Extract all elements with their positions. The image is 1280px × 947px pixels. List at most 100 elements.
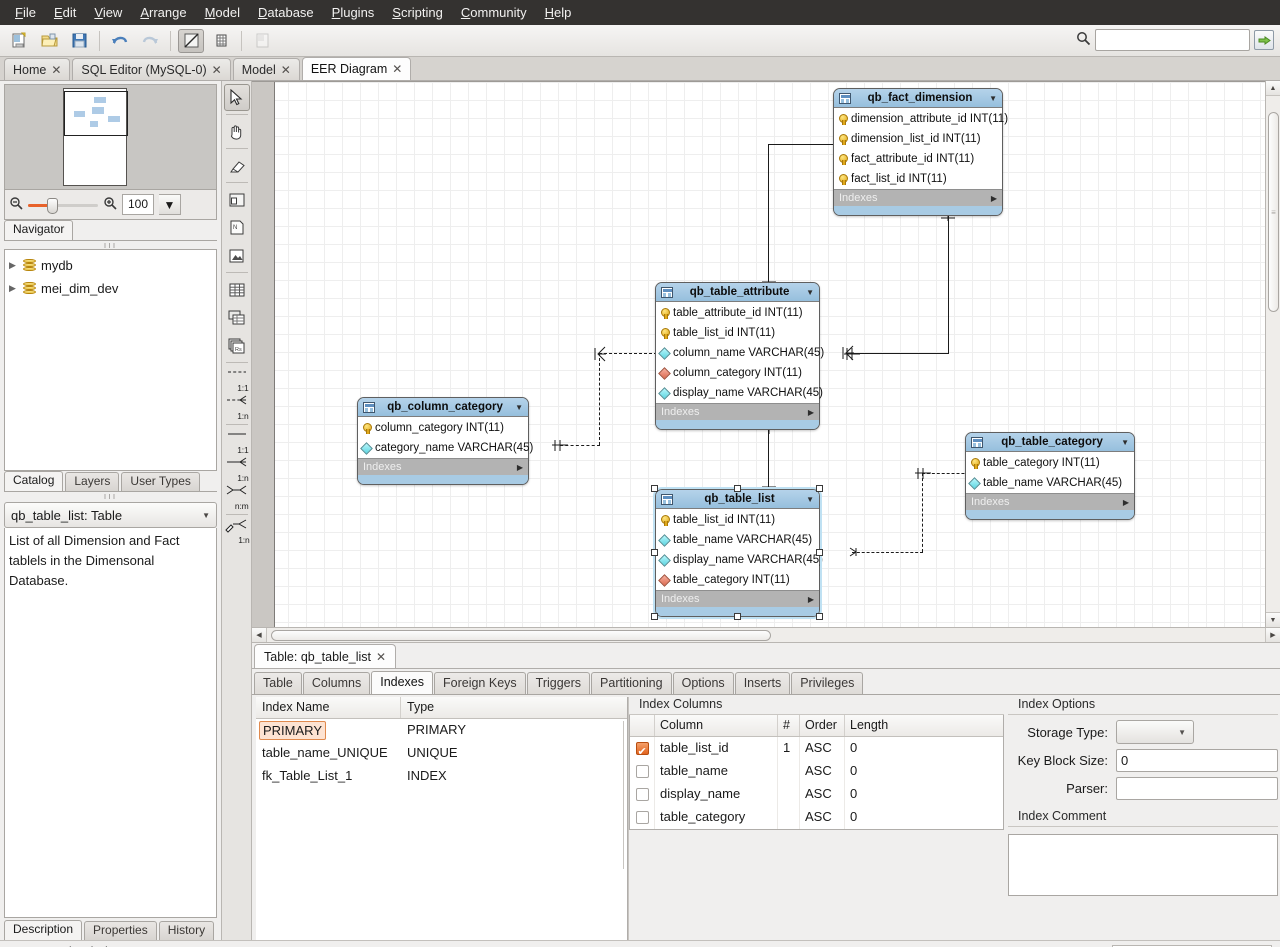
subtab-options[interactable]: Options: [673, 672, 734, 694]
index-list[interactable]: Index Name Type PRIMARYPRIMARYtable_name…: [256, 697, 628, 940]
search-input[interactable]: [1095, 29, 1250, 51]
index-column-length[interactable]: 0: [845, 760, 1003, 783]
zoom-value[interactable]: 100: [122, 194, 154, 215]
eer-column[interactable]: display_name VARCHAR(45): [656, 550, 819, 570]
close-icon[interactable]: ✕: [376, 650, 386, 664]
parser-input[interactable]: [1116, 777, 1278, 800]
save-model-icon[interactable]: [66, 29, 92, 53]
eer-diagram-canvas[interactable]: qb_fact_dimension▼dimension_attribute_id…: [252, 81, 1265, 627]
column-header-type[interactable]: Type: [401, 697, 627, 718]
relation-1n-nonidentifying-tool[interactable]: 1:n: [224, 394, 250, 421]
pane-splitter[interactable]: ııı: [0, 241, 221, 249]
tab-navigator[interactable]: Navigator: [4, 220, 73, 240]
zoom-dropdown-icon[interactable]: ▼: [159, 194, 181, 215]
expand-triangle-icon[interactable]: ▶: [9, 260, 18, 271]
main-tab-sql-editor-mysql-0[interactable]: SQL Editor (MySQL-0)✕: [72, 58, 230, 80]
editor-tab-table[interactable]: Table: qb_table_list ✕: [254, 644, 396, 668]
index-column-checkbox[interactable]: [636, 742, 649, 755]
index-comment-textarea[interactable]: [1008, 834, 1278, 896]
menu-item-community[interactable]: Community: [452, 2, 536, 23]
desc-tab-history[interactable]: History: [159, 921, 214, 940]
routine-group-tool[interactable]: Rs: [224, 332, 250, 359]
index-row[interactable]: PRIMARY PRIMARY: [256, 719, 627, 742]
selection-handle[interactable]: [651, 613, 658, 620]
close-icon[interactable]: ✕: [281, 63, 291, 77]
left-tab-catalog[interactable]: Catalog: [4, 471, 63, 491]
desc-tab-description[interactable]: Description: [4, 920, 82, 940]
eer-column[interactable]: display_name VARCHAR(45): [656, 383, 819, 403]
vertical-scroll-thumb[interactable]: ≡: [1268, 112, 1279, 312]
eer-table-header[interactable]: qb_fact_dimension▼: [834, 89, 1002, 108]
object-selector-dropdown[interactable]: qb_table_list: Table ▼: [4, 502, 217, 528]
eer-column[interactable]: column_name VARCHAR(45): [656, 343, 819, 363]
view-tool[interactable]: [224, 304, 250, 331]
eer-column[interactable]: dimension_list_id INT(11): [834, 129, 1002, 149]
catalog-schema-mydb[interactable]: ▶mydb: [5, 254, 216, 277]
subtab-indexes[interactable]: Indexes: [371, 671, 433, 694]
storage-type-select[interactable]: ▼: [1116, 720, 1194, 744]
index-name-cell[interactable]: PRIMARY: [259, 721, 326, 740]
menu-item-plugins[interactable]: Plugins: [323, 2, 384, 23]
main-tab-home[interactable]: Home✕: [4, 58, 70, 80]
eer-indexes-section[interactable]: Indexes▶: [656, 590, 819, 607]
menu-item-help[interactable]: Help: [536, 2, 581, 23]
index-column-name[interactable]: table_name: [655, 760, 778, 783]
eer-column[interactable]: column_category INT(11): [656, 363, 819, 383]
index-column-checkbox[interactable]: [636, 788, 649, 801]
eer-table-header[interactable]: qb_column_category▼: [358, 398, 528, 417]
eer-column[interactable]: table_list_id INT(11): [656, 323, 819, 343]
index-columns-table[interactable]: Column # Order Length table_list_id1ASC0…: [629, 715, 1004, 830]
scroll-left-icon[interactable]: ◀: [252, 628, 267, 642]
selection-handle[interactable]: [734, 613, 741, 620]
chevron-down-icon[interactable]: ▼: [989, 94, 997, 103]
selection-handle[interactable]: [816, 549, 823, 556]
index-column-length[interactable]: 0: [845, 783, 1003, 806]
subtab-privileges[interactable]: Privileges: [791, 672, 863, 694]
index-column-length[interactable]: 0: [845, 737, 1003, 760]
selection-handle[interactable]: [816, 613, 823, 620]
eer-table-qb_table_attribute[interactable]: qb_table_attribute▼table_attribute_id IN…: [655, 282, 820, 430]
index-row[interactable]: table_name_UNIQUEUNIQUE: [256, 742, 627, 765]
index-column-sort-order[interactable]: ASC: [800, 760, 845, 783]
eer-column[interactable]: category_name VARCHAR(45): [358, 438, 528, 458]
index-row[interactable]: fk_Table_List_1INDEX: [256, 765, 627, 788]
eer-column[interactable]: table_list_id INT(11): [656, 510, 819, 530]
left-tab-user-types[interactable]: User Types: [121, 472, 199, 491]
eer-column[interactable]: table_category INT(11): [966, 453, 1134, 473]
index-type-cell[interactable]: UNIQUE: [401, 742, 627, 765]
index-column-checkbox[interactable]: [636, 765, 649, 778]
eer-table-header[interactable]: qb_table_attribute▼: [656, 283, 819, 302]
close-icon[interactable]: ✕: [392, 62, 402, 76]
index-column-name[interactable]: table_list_id: [655, 737, 778, 760]
relation-pick-columns-tool[interactable]: 1:n: [224, 518, 250, 545]
layer-tool[interactable]: [224, 186, 250, 213]
eer-table-qb_table_list[interactable]: qb_table_list▼table_list_id INT(11)table…: [655, 489, 820, 617]
menu-item-edit[interactable]: Edit: [45, 2, 85, 23]
index-name-cell[interactable]: fk_Table_List_1: [262, 768, 352, 783]
catalog-schema-mei_dim_dev[interactable]: ▶mei_dim_dev: [5, 277, 216, 300]
eer-column[interactable]: fact_list_id INT(11): [834, 169, 1002, 189]
selection-handle[interactable]: [651, 549, 658, 556]
chevron-right-icon[interactable]: ▶: [517, 463, 523, 472]
chevron-right-icon[interactable]: ▶: [991, 194, 997, 203]
chevron-down-icon[interactable]: ▼: [1121, 438, 1129, 447]
index-type-cell[interactable]: PRIMARY: [401, 719, 627, 742]
main-tab-model[interactable]: Model✕: [233, 58, 300, 80]
index-column-sort-order[interactable]: ASC: [800, 806, 845, 829]
open-model-icon[interactable]: [36, 29, 62, 53]
eer-column[interactable]: fact_attribute_id INT(11): [834, 149, 1002, 169]
column-header-index-name[interactable]: Index Name: [256, 697, 401, 718]
subtab-table[interactable]: Table: [254, 672, 302, 694]
eer-column[interactable]: column_category INT(11): [358, 418, 528, 438]
menu-item-model[interactable]: Model: [196, 2, 249, 23]
menu-item-database[interactable]: Database: [249, 2, 323, 23]
chevron-down-icon[interactable]: ▼: [806, 288, 814, 297]
column-header-num[interactable]: #: [778, 715, 800, 736]
column-header-column[interactable]: Column: [655, 715, 778, 736]
scroll-up-icon[interactable]: ▲: [1266, 81, 1280, 96]
index-column-sort-order[interactable]: ASC: [800, 737, 845, 760]
column-header-order[interactable]: Order: [800, 715, 845, 736]
chevron-right-icon[interactable]: ▶: [808, 595, 814, 604]
close-icon[interactable]: ✕: [51, 63, 61, 77]
zoom-slider[interactable]: [28, 198, 98, 212]
